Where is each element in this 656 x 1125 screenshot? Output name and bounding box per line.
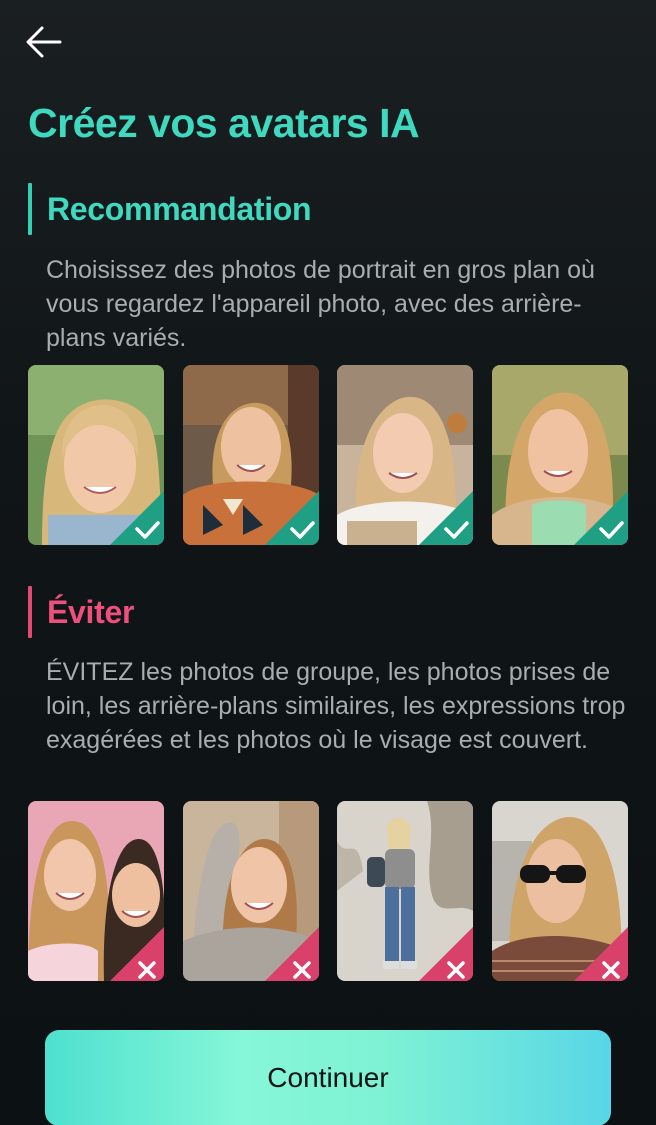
approved-badge xyxy=(110,491,164,545)
avatar-guidelines-screen: Créez vos avatars IA Recommandation Choi… xyxy=(0,0,656,1125)
approved-badge xyxy=(264,491,319,545)
cross-icon xyxy=(110,927,164,981)
continue-button[interactable]: Continuer xyxy=(45,1030,611,1125)
back-button[interactable] xyxy=(24,22,70,62)
arrow-left-icon xyxy=(26,26,62,58)
page-title: Créez vos avatars IA xyxy=(28,100,420,146)
cross-icon xyxy=(264,927,319,981)
recommendation-header: Recommandation xyxy=(28,183,312,235)
rejected-badge xyxy=(419,927,474,981)
recommended-photo xyxy=(337,365,474,545)
rejected-badge xyxy=(110,927,164,981)
avoid-header: Éviter xyxy=(28,586,134,638)
approved-badge xyxy=(573,491,628,545)
cross-icon xyxy=(419,927,474,981)
avoid-title: Éviter xyxy=(47,593,135,630)
approved-badge xyxy=(419,491,474,545)
cross-icon xyxy=(573,927,628,981)
recommendation-description: Choisissez des photos de portrait en gro… xyxy=(46,256,595,352)
section-accent-bar xyxy=(28,183,32,235)
check-icon xyxy=(419,491,474,545)
recommended-photos xyxy=(28,365,628,545)
recommendation-title: Recommandation xyxy=(47,190,312,227)
avoid-photo xyxy=(182,801,319,981)
check-icon xyxy=(573,491,628,545)
check-icon xyxy=(110,491,164,545)
avoid-description: ÉVITEZ les photos de groupe, les photos … xyxy=(46,658,626,754)
recommended-photo xyxy=(182,365,319,545)
rejected-badge xyxy=(573,927,628,981)
recommended-photo xyxy=(28,365,164,545)
rejected-badge xyxy=(264,927,319,981)
recommended-photo xyxy=(491,365,628,545)
section-accent-bar xyxy=(28,586,32,638)
avoid-photo xyxy=(337,801,474,981)
check-icon xyxy=(264,491,319,545)
avoid-photo xyxy=(491,801,628,981)
avoid-photo xyxy=(28,801,164,981)
continue-label: Continuer xyxy=(267,1062,389,1093)
avoid-photos xyxy=(28,801,628,981)
